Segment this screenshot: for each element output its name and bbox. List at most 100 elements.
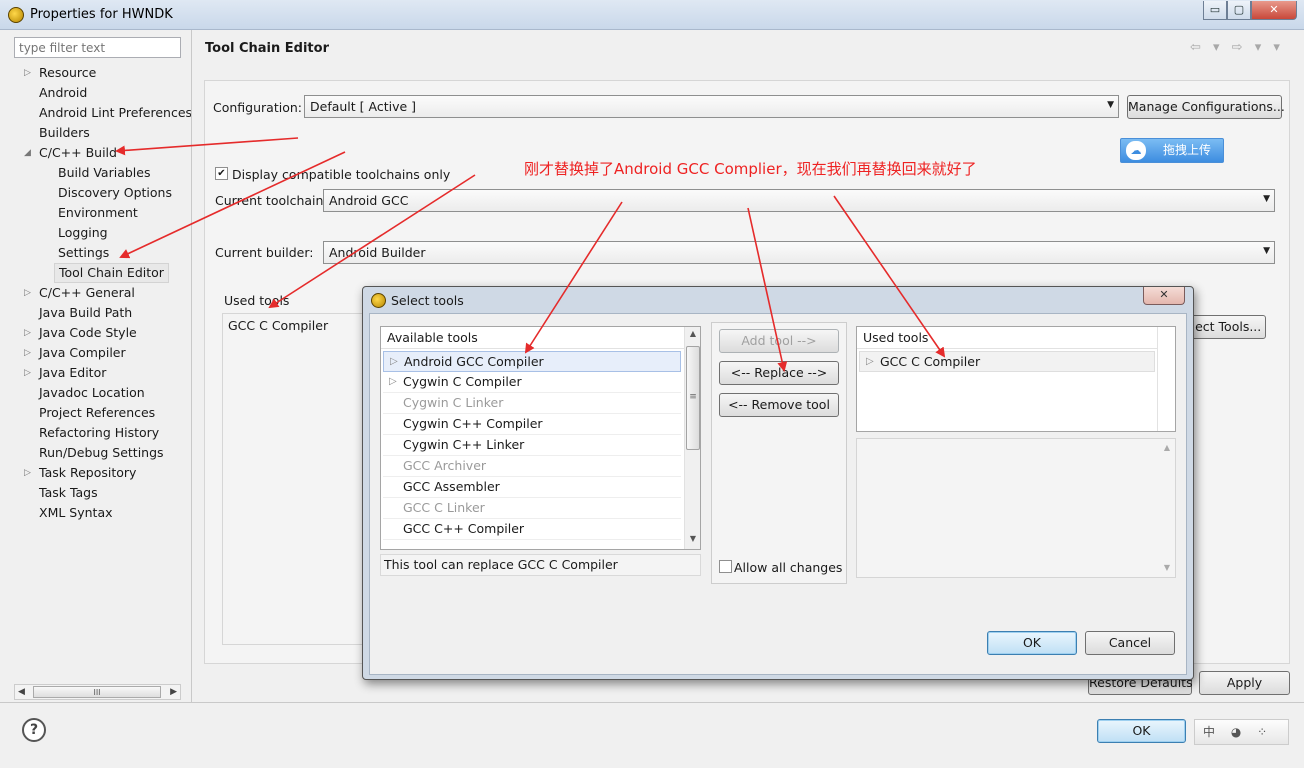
- list-item[interactable]: ▷ Android GCC Compiler: [383, 351, 681, 372]
- column-divider: [1157, 327, 1158, 431]
- tree-item-build-variables[interactable]: Build Variables: [58, 163, 150, 183]
- list-item-label: GCC C Compiler: [880, 354, 981, 369]
- expand-arrow-icon: ▷: [389, 376, 397, 387]
- tree-item-android-lint[interactable]: Android Lint Preferences: [39, 103, 192, 123]
- expand-arrow-icon: ▷: [390, 356, 398, 367]
- expand-arrow-icon[interactable]: ▷: [24, 283, 34, 303]
- scroll-down-icon[interactable]: ▼: [685, 534, 700, 543]
- tree-item-run-debug-settings[interactable]: Run/Debug Settings: [39, 443, 164, 463]
- list-item[interactable]: GCC C Linker: [383, 498, 681, 519]
- cloud-icon: ☁: [1126, 141, 1146, 160]
- tree-item-java-build-path[interactable]: Java Build Path: [39, 303, 132, 323]
- remove-tool-button[interactable]: <-- Remove tool: [719, 393, 839, 417]
- manage-configurations-button[interactable]: Manage Configurations...: [1127, 95, 1285, 119]
- footer-separator: [0, 702, 1304, 703]
- app-icon: [371, 293, 386, 308]
- scroll-down-icon[interactable]: ▼: [1159, 563, 1175, 572]
- list-item[interactable]: Cygwin C++ Linker: [383, 435, 681, 456]
- tree-item-label: C/C++ General: [39, 285, 135, 300]
- ok-button[interactable]: OK: [1097, 719, 1186, 743]
- upload-button[interactable]: ☁ 拖拽上传: [1120, 138, 1224, 163]
- title-bar: Properties for HWNDK ▭ ▢ ✕: [0, 0, 1304, 30]
- help-icon[interactable]: ?: [22, 718, 46, 742]
- minimize-button[interactable]: ▭: [1203, 1, 1227, 20]
- toolchain-value: Android GCC: [329, 193, 409, 208]
- tree-item-label: Task Repository: [39, 465, 137, 480]
- available-tools-list[interactable]: Available tools ▷ Android GCC Compiler ▷ C…: [380, 326, 701, 550]
- dropdown-arrow-icon: ▼: [1107, 100, 1114, 110]
- apply-button[interactable]: Apply: [1199, 671, 1290, 695]
- app-icon: [8, 7, 24, 23]
- maximize-button[interactable]: ▢: [1227, 1, 1251, 20]
- list-item[interactable]: GCC C++ Compiler: [383, 519, 681, 540]
- tree-item-refactoring-history[interactable]: Refactoring History: [39, 423, 159, 443]
- filter-input[interactable]: [14, 37, 181, 58]
- dropdown-arrow-icon: ▼: [1263, 194, 1270, 204]
- sidebar-hscrollbar[interactable]: ◀ III ▶: [14, 684, 181, 700]
- tree-item-javadoc-location[interactable]: Javadoc Location: [39, 383, 145, 403]
- tree-item-label: Java Compiler: [39, 345, 126, 360]
- tree-item-discovery-options[interactable]: Discovery Options: [58, 183, 172, 203]
- collapse-arrow-icon[interactable]: ◢: [24, 143, 34, 163]
- used-tools-list[interactable]: Used tools ▷ GCC C Compiler: [856, 326, 1176, 432]
- list-item[interactable]: Cygwin C Linker: [383, 393, 681, 414]
- select-tools-dialog: Select tools ✕ Available tools ▷ Android …: [362, 286, 1194, 680]
- configuration-select[interactable]: Default [ Active ] ▼: [304, 95, 1119, 118]
- current-builder-label: Current builder:: [215, 245, 314, 260]
- scroll-left-icon[interactable]: ◀: [18, 685, 25, 699]
- list-item[interactable]: Cygwin C++ Compiler: [383, 414, 681, 435]
- list-item[interactable]: GCC Assembler: [383, 477, 681, 498]
- builder-value: Android Builder: [329, 245, 426, 260]
- page-title: Tool Chain Editor: [205, 41, 329, 56]
- upload-label: 拖拽上传: [1163, 143, 1212, 157]
- expand-arrow-icon[interactable]: ▷: [24, 323, 34, 343]
- scroll-up-icon[interactable]: ▲: [1159, 443, 1175, 452]
- dialog-close-button[interactable]: ✕: [1143, 287, 1185, 305]
- used-tools-tree[interactable]: GCC C Compiler: [222, 313, 368, 645]
- dialog-ok-button[interactable]: OK: [987, 631, 1077, 655]
- scroll-thumb[interactable]: ≡: [686, 346, 700, 450]
- list-item[interactable]: ▷ Cygwin C Compiler: [383, 372, 681, 393]
- tree-item-project-references[interactable]: Project References: [39, 403, 155, 423]
- tree-item-tool-chain-editor[interactable]: Tool Chain Editor: [54, 263, 169, 283]
- annotation-text: 刚才替换掉了Android GCC Complier，现在我们再替换回来就好了: [524, 160, 977, 178]
- tool-description: This tool can replace GCC C Compiler: [380, 554, 701, 576]
- current-toolchain-select[interactable]: Android GCC ▼: [323, 189, 1275, 212]
- display-compatible-label: Display compatible toolchains only: [232, 167, 451, 182]
- expand-arrow-icon[interactable]: ▷: [24, 363, 34, 383]
- add-tool-button[interactable]: Add tool -->: [719, 329, 839, 353]
- allow-all-changes-label: Allow all changes: [734, 560, 843, 575]
- dialog-cancel-button[interactable]: Cancel: [1085, 631, 1175, 655]
- expand-arrow-icon[interactable]: ▷: [24, 463, 34, 483]
- tree-item-logging[interactable]: Logging: [58, 223, 108, 243]
- sash-divider[interactable]: [191, 30, 192, 702]
- ime-status-bar[interactable]: 中 ◕ ⁘: [1194, 719, 1289, 745]
- current-builder-select[interactable]: Android Builder ▼: [323, 241, 1275, 264]
- scroll-thumb[interactable]: III: [33, 686, 161, 698]
- used-tools-header: Used tools: [857, 327, 1157, 349]
- details-scrollbar[interactable]: ▲ ▼: [1159, 439, 1175, 577]
- used-tool-item[interactable]: GCC C Compiler: [228, 318, 328, 333]
- replace-button[interactable]: <-- Replace -->: [719, 361, 839, 385]
- tree-item-settings[interactable]: Settings: [58, 243, 109, 263]
- tree-item-android[interactable]: Android: [39, 83, 87, 103]
- tree-item-xml-syntax[interactable]: XML Syntax: [39, 503, 113, 523]
- list-item[interactable]: GCC Archiver: [383, 456, 681, 477]
- preference-tree: ▷ Resource Android Android Lint Preferenc…: [14, 62, 192, 702]
- available-tools-scrollbar[interactable]: ▲ ≡ ▼: [684, 327, 700, 549]
- tree-item-builders[interactable]: Builders: [39, 123, 90, 143]
- list-item[interactable]: ▷ GCC C Compiler: [859, 351, 1155, 372]
- tree-item-task-tags[interactable]: Task Tags: [39, 483, 98, 503]
- history-nav-icons[interactable]: ⇦ ▾ ⇨ ▾ ▾: [1190, 40, 1284, 55]
- expand-arrow-icon[interactable]: ▷: [24, 63, 34, 83]
- configuration-value: Default [ Active ]: [310, 99, 417, 114]
- allow-all-changes-checkbox[interactable]: [719, 560, 732, 573]
- scroll-right-icon[interactable]: ▶: [170, 685, 177, 699]
- tree-item-environment[interactable]: Environment: [58, 203, 138, 223]
- scroll-up-icon[interactable]: ▲: [685, 329, 700, 338]
- expand-arrow-icon[interactable]: ▷: [24, 343, 34, 363]
- tree-item-label: Java Code Style: [39, 325, 137, 340]
- tree-item-label: Resource: [39, 65, 97, 80]
- display-compatible-checkbox[interactable]: ✔: [215, 167, 228, 180]
- close-button[interactable]: ✕: [1251, 1, 1297, 20]
